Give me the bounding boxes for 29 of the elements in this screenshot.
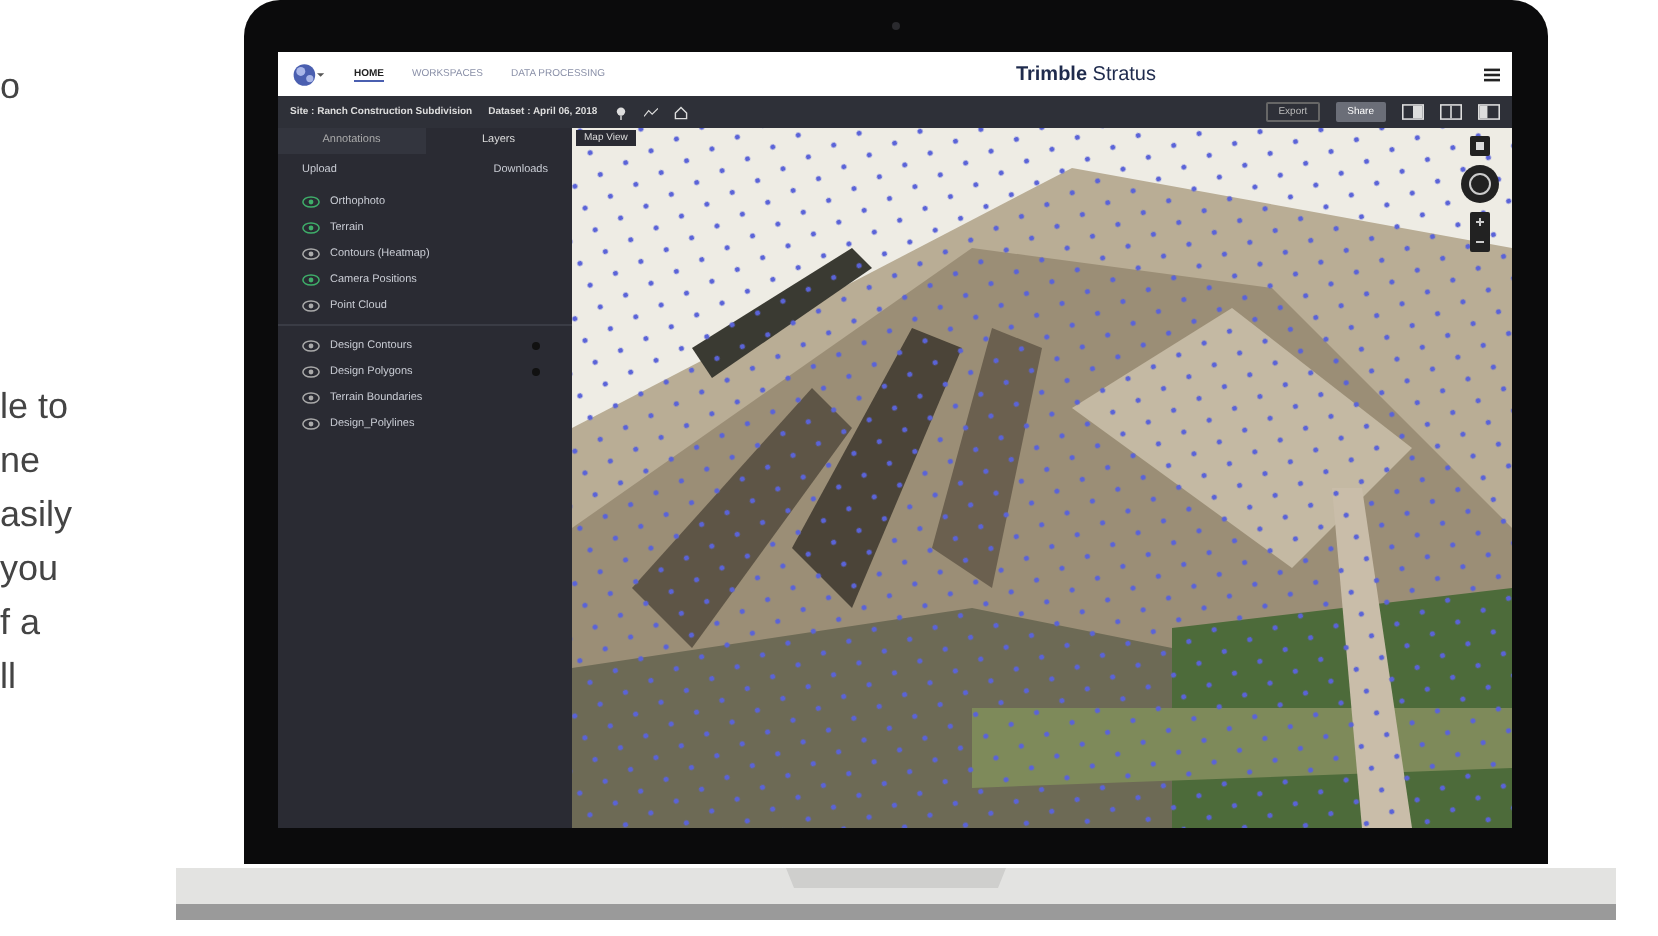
paragraph-line: le to [0,384,71,430]
pin-icon[interactable] [613,105,628,119]
eye-icon[interactable] [302,391,320,403]
home-icon[interactable] [673,105,688,119]
eye-icon[interactable] [302,247,320,259]
eye-icon[interactable] [302,417,320,429]
brand-title: Trimble Stratus [1015,63,1156,85]
zoom-control-icon[interactable] [1470,212,1490,252]
heading-fragment: o [0,64,23,110]
chart-line-icon[interactable] [643,105,658,119]
eye-icon[interactable] [302,339,320,351]
camera-icon [892,22,900,30]
layout-icon[interactable] [1478,104,1500,120]
menu-icon[interactable] [1484,67,1500,81]
paragraph-line: f a [0,600,43,646]
eye-icon[interactable] [302,273,320,285]
paragraph-line: ne [0,438,43,484]
layout-icon[interactable] [1402,104,1424,120]
paragraph-line: ll [0,654,18,700]
eye-icon[interactable] [302,365,320,377]
paragraph-line: you [0,546,61,592]
layout-icon[interactable] [1440,104,1462,120]
eye-icon[interactable] [302,299,320,311]
eye-icon[interactable] [302,195,320,207]
logo-icon[interactable] [290,59,326,89]
square-button-icon[interactable] [1470,136,1490,156]
eye-icon[interactable] [302,221,320,233]
paragraph-line: asily [0,492,75,538]
compass-icon[interactable] [1460,164,1500,204]
